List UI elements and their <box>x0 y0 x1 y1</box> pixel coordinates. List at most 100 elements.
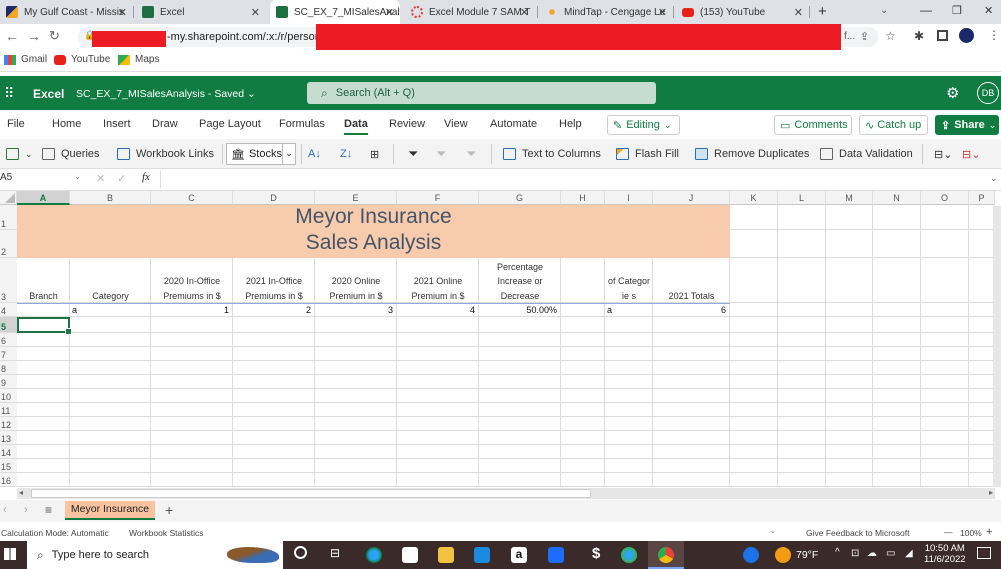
help-icon[interactable] <box>743 547 759 563</box>
text-to-columns-button[interactable]: Text to Columns <box>503 148 601 160</box>
header-cell-percentage-change[interactable]: Percentage Increase or Decrease <box>479 258 561 303</box>
app-s-icon[interactable]: $ <box>592 545 600 562</box>
document-title[interactable]: SC_EX_7_MISalesAnalysis - Saved ⌄ <box>76 88 256 100</box>
url-input[interactable]: 🔒 -my.sharepoint.com/:x:/r/persona f... <box>78 24 878 54</box>
column-header-F[interactable]: F <box>397 191 479 205</box>
settings-gear-icon[interactable]: ⚙ <box>946 84 959 102</box>
tab-draw[interactable]: Draw <box>152 118 178 130</box>
mail-icon[interactable] <box>474 547 490 563</box>
store-icon[interactable] <box>402 547 418 563</box>
close-icon[interactable]: ✕ <box>794 6 803 19</box>
row-header-13[interactable]: 13 <box>0 431 17 445</box>
row-header-14[interactable]: 14 <box>0 445 17 459</box>
browser-tab[interactable]: My Gulf Coast - Missis ✕ <box>0 0 133 24</box>
scroll-left-icon[interactable]: ◂ <box>19 488 23 497</box>
ungroup-icon[interactable]: ⊟⌄ <box>962 148 980 161</box>
header-cell-branch[interactable]: Branch <box>17 258 70 303</box>
battery-icon[interactable]: ▭ <box>886 548 895 559</box>
cell-D4[interactable]: 2 <box>233 304 311 316</box>
tab-data[interactable]: Data <box>344 118 368 135</box>
sort-ascending-icon[interactable]: A↓ <box>308 148 321 160</box>
row-header-12[interactable]: 12 <box>0 417 17 431</box>
column-header-I[interactable]: I <box>605 191 653 205</box>
cell-E4[interactable]: 3 <box>315 304 393 316</box>
zoom-level[interactable]: 100% <box>960 528 982 538</box>
close-icon[interactable]: ✕ <box>658 6 667 19</box>
enter-check-icon[interactable]: ✓ <box>117 172 126 185</box>
app-launcher-icon[interactable]: ⠿ <box>4 85 14 102</box>
workbook-links-button[interactable]: Workbook Links <box>117 148 214 160</box>
column-header-C[interactable]: C <box>151 191 233 205</box>
zoom-in-button[interactable]: + <box>986 526 992 538</box>
tab-automate[interactable]: Automate <box>490 118 537 130</box>
formula-input[interactable] <box>160 171 993 188</box>
prev-sheet-icon[interactable]: ‹ <box>3 504 7 516</box>
browser-tab-active[interactable]: SC_EX_7_MISalesAnaly ✕ <box>270 0 400 24</box>
bookmark-gmail[interactable]: Gmail <box>4 54 47 65</box>
browser-tab[interactable]: Excel ✕ <box>136 0 266 24</box>
header-cell-2021-in-office[interactable]: 2021 In-Office Premiums in $ <box>233 258 315 303</box>
sheet-tab-meyor-insurance[interactable]: Meyor Insurance <box>65 501 155 520</box>
tab-help[interactable]: Help <box>559 118 582 130</box>
bookmark-star-icon[interactable]: ☆ <box>885 29 896 43</box>
column-header-L[interactable]: L <box>778 191 826 205</box>
minimize-button[interactable]: — <box>920 3 932 17</box>
browser-menu-icon[interactable]: ⋮ <box>988 28 1000 42</box>
tab-home[interactable]: Home <box>52 118 81 130</box>
cell-J4[interactable]: 6 <box>653 304 726 316</box>
get-data-button[interactable]: ⌄ <box>6 148 33 160</box>
expand-formula-bar-icon[interactable]: ⌄ <box>990 173 998 184</box>
row-header-16[interactable]: 16 <box>0 473 17 487</box>
spreadsheet-grid[interactable]: ABCDEFGHIJKLMNOP 1 2 3 4 5 6 7 8 9 10 11 12 13 14 15 16… <box>0 191 1001 487</box>
next-sheet-icon[interactable]: › <box>24 504 28 516</box>
dropbox-icon[interactable] <box>548 547 564 563</box>
column-header-H[interactable]: H <box>561 191 605 205</box>
reload-icon[interactable]: ↻ <box>49 28 60 44</box>
edge-icon[interactable] <box>366 547 382 563</box>
scroll-right-icon[interactable]: ▸ <box>989 488 993 497</box>
cell-G4[interactable]: 50.00% <box>479 304 557 316</box>
row-header-11[interactable]: 11 <box>0 403 17 417</box>
column-header-K[interactable]: K <box>730 191 778 205</box>
row-header-9[interactable]: 9 <box>0 375 17 389</box>
wifi-icon[interactable]: ◢ <box>905 548 913 559</box>
row-header-2[interactable]: 2 <box>0 230 17 258</box>
share-button[interactable]: ⇪ Share ⌄ <box>935 115 999 135</box>
weather-sun-icon[interactable] <box>775 547 791 563</box>
cell-C4[interactable]: 1 <box>151 304 229 316</box>
tab-search-icon[interactable]: ⌄ <box>880 5 888 16</box>
bookmark-maps[interactable]: Maps <box>118 54 159 65</box>
search-box[interactable]: ⌕ Search (Alt + Q) <box>307 82 656 104</box>
header-cell-of-categories[interactable]: of Categorie s <box>605 258 653 303</box>
column-header-G[interactable]: G <box>479 191 561 205</box>
name-box[interactable]: A5 ⌄ <box>0 172 85 188</box>
give-feedback-link[interactable]: Give Feedback to Microsoft <box>806 528 909 538</box>
reapply-filter-icon[interactable]: ⏷ <box>466 146 476 162</box>
edge-dev-icon[interactable] <box>621 547 637 563</box>
new-tab-button[interactable]: + <box>818 3 827 20</box>
header-cell-2021-online[interactable]: 2021 Online Premium in $ <box>397 258 479 303</box>
column-header-N[interactable]: N <box>873 191 921 205</box>
stocks-data-type-button[interactable]: 🏛 Stocks ⌄ <box>226 143 296 165</box>
comments-button[interactable]: ▭ Comments <box>774 115 852 135</box>
side-panel-icon[interactable] <box>937 30 948 41</box>
cell-F4[interactable]: 4 <box>397 304 475 316</box>
browser-tab[interactable]: MindTap - Cengage Le ✕ <box>540 0 673 24</box>
restore-button[interactable]: ❐ <box>952 4 962 17</box>
chevron-down-icon[interactable]: ⌄ <box>770 527 776 535</box>
close-icon[interactable]: ✕ <box>520 6 529 19</box>
filter-icon[interactable]: ⏷ <box>408 146 418 162</box>
custom-sort-icon[interactable]: ⊞ <box>370 148 379 161</box>
onedrive-icon[interactable]: ☁ <box>867 548 877 559</box>
row-header-6[interactable]: 6 <box>0 333 17 347</box>
flash-fill-button[interactable]: Flash Fill <box>616 148 679 160</box>
workbook-statistics[interactable]: Workbook Statistics <box>129 528 203 538</box>
header-cell-2021-totals[interactable]: 2021 Totals <box>653 258 730 303</box>
horizontal-scrollbar[interactable]: ◂ ▸ <box>17 488 995 499</box>
row-header-4[interactable]: 4 <box>0 303 17 317</box>
close-icon[interactable]: ✕ <box>251 6 260 19</box>
header-cell-2020-in-office[interactable]: 2020 In-Office Premiums in $ <box>151 258 233 303</box>
notification-icon[interactable] <box>977 547 991 559</box>
add-sheet-button[interactable]: + <box>165 502 173 518</box>
tab-file[interactable]: File <box>7 118 25 130</box>
